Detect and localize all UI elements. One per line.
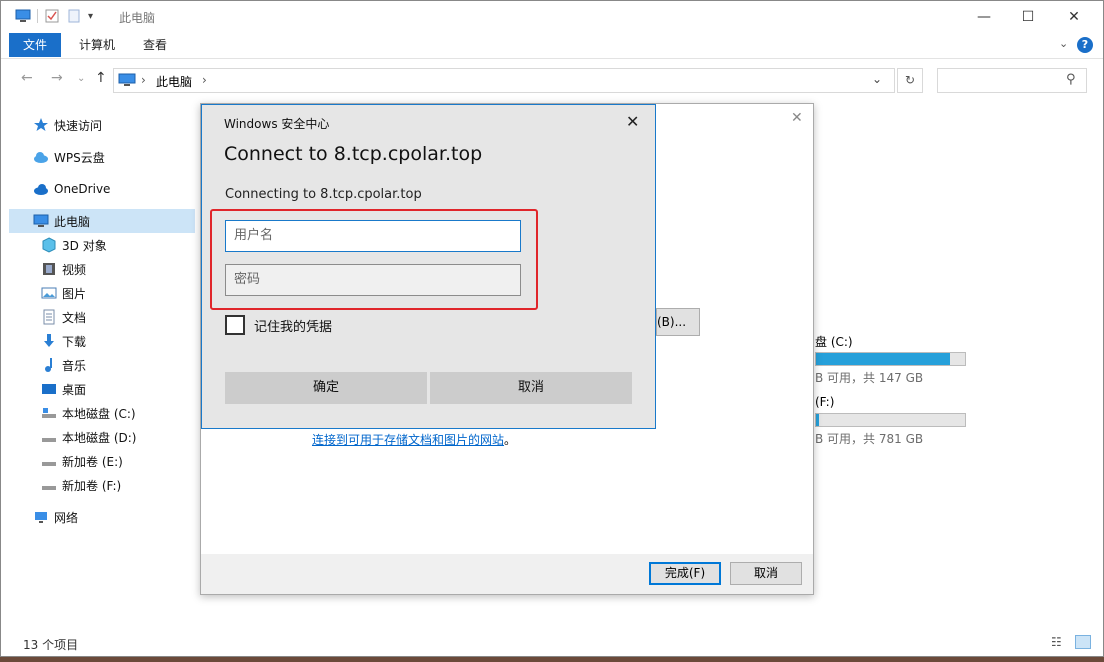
search-icon: ⚲ <box>1066 72 1076 87</box>
ribbon-expand-chevron-icon[interactable]: ⌄ <box>1059 37 1068 50</box>
sidebar-item-videos[interactable]: 视频 <box>9 257 195 281</box>
sidebar-item-3d-objects[interactable]: 3D 对象 <box>9 233 195 257</box>
drive-icon <box>41 429 57 445</box>
drive-f-usage-bar <box>815 413 966 427</box>
star-icon <box>33 117 49 133</box>
breadcrumb-this-pc[interactable]: 此电脑 <box>156 73 192 90</box>
sidebar-item-this-pc[interactable]: 此电脑 <box>9 209 195 233</box>
network-icon <box>33 509 49 525</box>
username-field[interactable]: 用户名 <box>225 220 521 252</box>
address-bar[interactable]: › 此电脑 › ⌄ <box>113 68 895 93</box>
close-icon[interactable]: ✕ <box>626 112 639 131</box>
browse-button[interactable]: (B)... <box>656 308 700 336</box>
computer-icon <box>33 213 49 229</box>
tab-file[interactable]: 文件 <box>9 33 61 57</box>
sidebar-item-drive-f[interactable]: 新加卷 (F:) <box>9 473 195 497</box>
forward-arrow-icon[interactable]: → <box>51 70 63 86</box>
drive-icon <box>41 477 57 493</box>
address-dropdown-chevron-icon[interactable]: ⌄ <box>872 72 882 86</box>
dialog-cancel-button[interactable]: 取消 <box>730 562 802 585</box>
back-arrow-icon[interactable]: ← <box>21 70 33 86</box>
sidebar-item-documents[interactable]: 文档 <box>9 305 195 329</box>
website-link[interactable]: 连接到可用于存储文档和图片的网站 <box>312 431 504 448</box>
sidebar-item-onedrive[interactable]: OneDrive <box>9 177 195 201</box>
music-icon <box>41 357 57 373</box>
security-window-title: Windows 安全中心 <box>224 115 329 132</box>
document-icon <box>41 309 57 325</box>
download-icon <box>41 333 57 349</box>
link-suffix: 。 <box>504 431 516 448</box>
drive-f-label[interactable]: (F:) <box>815 395 834 409</box>
password-field[interactable]: 密码 <box>225 264 521 296</box>
drive-f-free-space: B 可用，共 781 GB <box>815 430 923 447</box>
cube-icon <box>41 237 57 253</box>
up-arrow-icon[interactable]: ↑ <box>95 70 107 86</box>
recent-locations-chevron-icon[interactable]: ⌄ <box>77 73 85 84</box>
customize-toolbar-chevron-icon[interactable]: ▾ <box>88 11 93 22</box>
drive-icon <box>41 453 57 469</box>
close-icon[interactable]: ✕ <box>791 110 803 126</box>
navigation-bar: ← → ⌄ ↑ › 此电脑 › ⌄ ↻ ⚲ <box>1 60 1103 100</box>
windows-security-dialog: Windows 安全中心 ✕ Connect to 8.tcp.cpolar.t… <box>201 104 656 429</box>
refresh-icon: ↻ <box>905 73 915 87</box>
computer-icon <box>15 8 31 24</box>
ribbon-tabs: 文件 计算机 查看 ⌄ ? <box>1 33 1103 59</box>
video-icon <box>41 261 57 277</box>
remember-credentials-checkbox[interactable] <box>225 315 245 335</box>
navigation-pane: 快速访问 WPS云盘 OneDrive 此电脑 3D 对象 视频 图片 文档 <box>9 113 195 529</box>
breadcrumb-separator-icon: › <box>141 73 146 87</box>
connecting-subtitle: Connecting to 8.tcp.cpolar.top <box>225 187 422 202</box>
finish-button[interactable]: 完成(F) <box>649 562 721 585</box>
connect-heading: Connect to 8.tcp.cpolar.top <box>224 143 482 165</box>
window-title: 此电脑 <box>119 9 155 26</box>
tab-view[interactable]: 查看 <box>129 33 181 57</box>
close-window-button[interactable]: ✕ <box>1051 1 1097 33</box>
computer-icon <box>118 73 136 87</box>
sidebar-item-drive-e[interactable]: 新加卷 (E:) <box>9 449 195 473</box>
tab-computer[interactable]: 计算机 <box>65 33 129 57</box>
ok-button[interactable]: 确定 <box>225 372 427 404</box>
title-bar: ▾ 此电脑 — ☐ ✕ <box>1 1 1103 33</box>
new-folder-icon[interactable] <box>66 8 82 24</box>
drive-c-usage-bar <box>815 352 966 366</box>
sidebar-item-wps-cloud[interactable]: WPS云盘 <box>9 145 195 169</box>
drive-icon <box>41 405 57 421</box>
sidebar-item-drive-d[interactable]: 本地磁盘 (D:) <box>9 425 195 449</box>
large-icons-view-icon[interactable] <box>1075 635 1091 649</box>
sidebar-item-pictures[interactable]: 图片 <box>9 281 195 305</box>
sidebar-item-music[interactable]: 音乐 <box>9 353 195 377</box>
sidebar-item-network[interactable]: 网络 <box>9 505 195 529</box>
onedrive-icon <box>33 181 49 197</box>
details-view-icon[interactable]: ☷ <box>1051 635 1062 649</box>
breadcrumb-separator-icon[interactable]: › <box>202 73 207 87</box>
refresh-button[interactable]: ↻ <box>897 68 923 93</box>
sidebar-item-quick-access[interactable]: 快速访问 <box>9 113 195 137</box>
sidebar-item-downloads[interactable]: 下载 <box>9 329 195 353</box>
cloud-icon <box>33 149 49 165</box>
drive-c-label[interactable]: 盘 (C:) <box>815 333 853 350</box>
status-item-count: 13 个项目 <box>23 636 78 653</box>
help-icon[interactable]: ? <box>1077 37 1093 53</box>
security-cancel-button[interactable]: 取消 <box>430 372 632 404</box>
properties-icon[interactable] <box>44 8 60 24</box>
drive-c-free-space: B 可用，共 147 GB <box>815 369 923 386</box>
minimize-button[interactable]: — <box>961 1 1007 33</box>
remember-credentials-label: 记住我的凭据 <box>254 316 332 335</box>
desktop-icon <box>41 381 57 397</box>
sidebar-item-desktop[interactable]: 桌面 <box>9 377 195 401</box>
picture-icon <box>41 285 57 301</box>
quick-access-toolbar: ▾ <box>15 8 93 24</box>
search-input[interactable]: ⚲ <box>937 68 1087 93</box>
maximize-button[interactable]: ☐ <box>1005 1 1051 33</box>
drives-area: 盘 (C:) B 可用，共 147 GB (F:) B 可用，共 781 GB <box>815 119 1091 319</box>
sidebar-item-drive-c[interactable]: 本地磁盘 (C:) <box>9 401 195 425</box>
